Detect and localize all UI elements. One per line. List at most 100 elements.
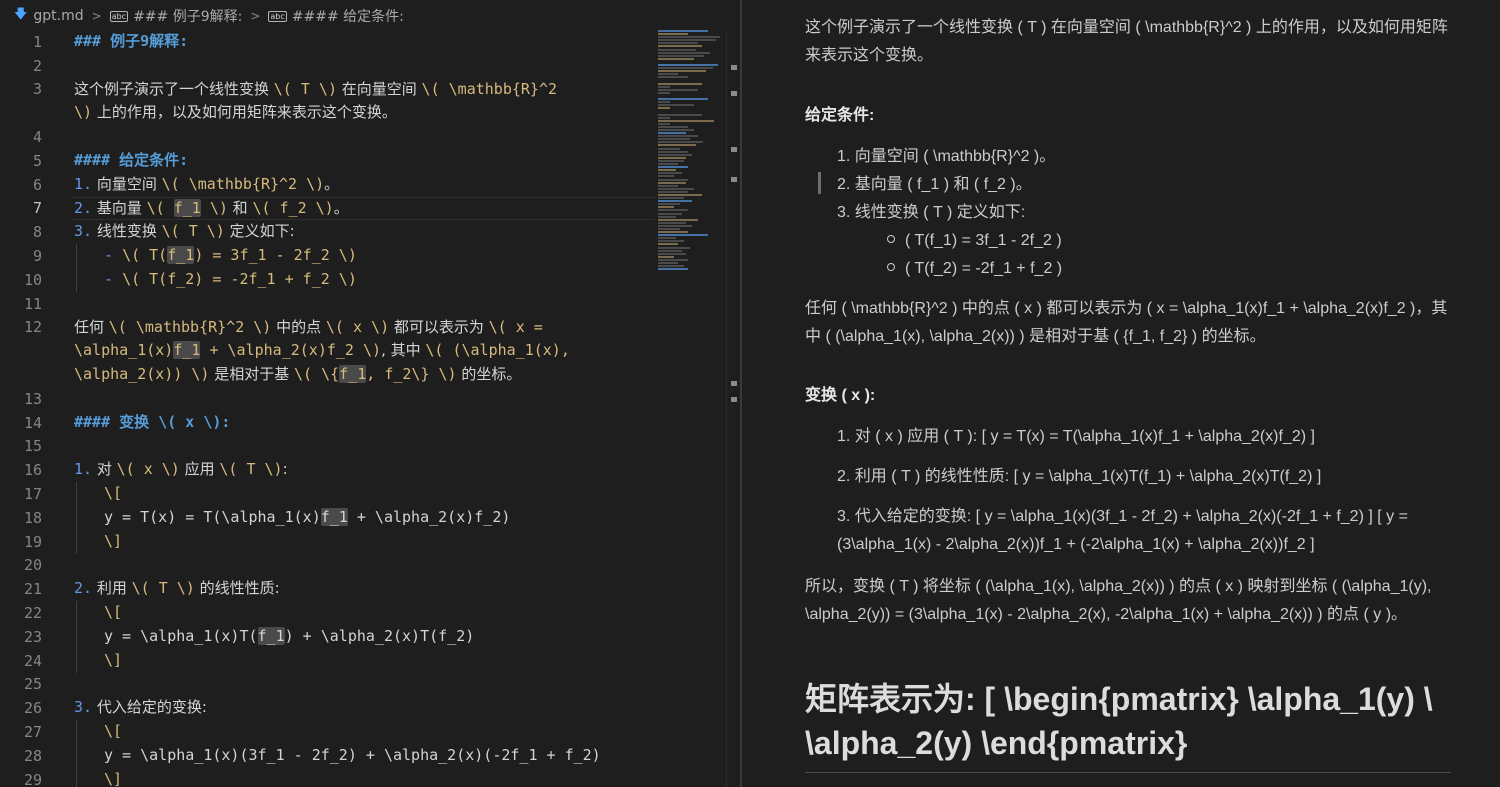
- line-number: 25: [23, 675, 42, 694]
- word-highlight: f_1: [339, 365, 367, 384]
- minimap-line: [658, 190, 688, 193]
- minimap-line: [658, 200, 692, 203]
- code-line[interactable]: 1 ### 例子9解释:: [0, 30, 655, 54]
- preview-sub-item: ( T(f_2) = -2f_1 + f_2 ): [887, 255, 1062, 283]
- minimap[interactable]: [658, 30, 726, 300]
- indent-guide: [76, 720, 77, 787]
- breadcrumb: 🡇 gpt.md > abc ### 例子9解释: > abc #### 给定条…: [0, 0, 740, 32]
- circle-bullet-icon: [887, 235, 895, 243]
- minimap-line: [658, 169, 676, 172]
- code-line[interactable]: 2: [0, 54, 655, 78]
- code-line[interactable]: 19 \]: [0, 530, 655, 554]
- code-line[interactable]: 28 y = \alpha_1(x)(3f_1 - 2f_2) + \alpha…: [0, 744, 655, 768]
- scrollbar-marker: [731, 147, 737, 152]
- code-line[interactable]: 12 任何 \( \mathbb{R}^2 \) 中的点 \( x \) 都可以…: [0, 316, 655, 340]
- preview-list-item: 1. 对 ( x ) 应用 ( T ): [ y = T(x) = T(\alp…: [837, 428, 1315, 445]
- minimap-line: [658, 215, 676, 218]
- code-line[interactable]: 13: [0, 387, 655, 411]
- scrollbar-marker: [731, 397, 737, 402]
- code-line[interactable]: 17 \[: [0, 482, 655, 506]
- minimap-line: [658, 135, 698, 138]
- minimap-line: [658, 203, 680, 206]
- minimap-line: [658, 184, 678, 187]
- code-line[interactable]: 16 1. 对 \( x \) 应用 \( T \):: [0, 458, 655, 482]
- minimap-line: [658, 246, 690, 249]
- heading-text: ### 例子9解释:: [74, 32, 189, 50]
- code-line[interactable]: 15: [0, 435, 655, 459]
- minimap-line: [658, 153, 692, 156]
- code-line[interactable]: 9 - \( T(f_1) = 3f_1 - 2f_2 \): [0, 244, 655, 268]
- breadcrumb-section-1[interactable]: ### 例子9解释:: [133, 6, 242, 26]
- word-highlight: f_1: [167, 246, 195, 265]
- minimap-line: [658, 221, 686, 224]
- minimap-line: [658, 262, 678, 265]
- line-number: 5: [32, 151, 42, 170]
- editor-pane[interactable]: 🡇 gpt.md > abc ### 例子9解释: > abc #### 给定条…: [0, 0, 740, 787]
- code-line[interactable]: 6 1. 向量空间 \( \mathbb{R}^2 \)。: [0, 173, 655, 197]
- code-line[interactable]: 22 \[: [0, 601, 655, 625]
- code-line[interactable]: 21 2. 利用 \( T \) 的线性性质:: [0, 577, 655, 601]
- markdown-preview[interactable]: 这个例子演示了一个线性变换 ( T ) 在向量空间 ( \mathbb{R}^2…: [742, 0, 1500, 787]
- minimap-line: [658, 54, 704, 57]
- code-line[interactable]: 29 \]: [0, 768, 655, 787]
- code-line[interactable]: 26 3. 代入给定的变换:: [0, 696, 655, 720]
- minimap-line: [658, 172, 682, 175]
- minimap-line: [658, 252, 686, 255]
- line-number: 9: [32, 247, 42, 266]
- current-code-line[interactable]: 7 2. 基向量 \( f_1 \) 和 \( f_2 \)。: [0, 196, 655, 221]
- code-area[interactable]: 1 ### 例子9解释: 2 3 这个例子演示了一个线性变换 \( T \) 在…: [0, 30, 655, 787]
- code-line[interactable]: \alpha_1(x)f_1 + \alpha_2(x)f_2 \), 其中 \…: [0, 339, 655, 363]
- code-line[interactable]: 10 - \( T(f_2) = -2f_1 + f_2 \): [0, 268, 655, 292]
- line-number: 22: [23, 604, 42, 623]
- minimap-line: [658, 101, 670, 104]
- minimap-line: [658, 70, 706, 73]
- string-symbol-icon: abc: [268, 10, 287, 22]
- code-line[interactable]: 18 y = T(x) = T(\alpha_1(x)f_1 + \alpha_…: [0, 506, 655, 530]
- code-line[interactable]: \) 上的作用，以及如何用矩阵来表示这个变换。: [0, 101, 655, 125]
- line-number: 27: [23, 723, 42, 741]
- minimap-line: [658, 147, 680, 150]
- minimap-line: [658, 42, 698, 45]
- line-number: 10: [23, 270, 42, 289]
- minimap-line: [658, 82, 702, 85]
- breadcrumb-section-2[interactable]: #### 给定条件:: [292, 6, 404, 26]
- word-highlight: f_1: [173, 198, 201, 217]
- code-line[interactable]: 11: [0, 292, 655, 316]
- minimap-line: [658, 91, 670, 94]
- scrollbar-marker: [731, 177, 737, 182]
- preview-list-item: 3. 代入给定的变换: [ y = \alpha_1(x)(3f_1 - 2f_…: [837, 508, 1408, 553]
- code-line[interactable]: 4: [0, 125, 655, 149]
- code-line[interactable]: 5 #### 给定条件:: [0, 149, 655, 173]
- minimap-line: [658, 116, 670, 119]
- line-number: 1: [32, 32, 42, 51]
- code-line[interactable]: 3 这个例子演示了一个线性变换 \( T \) 在向量空间 \( \mathbb…: [0, 78, 655, 102]
- code-line[interactable]: \alpha_2(x)) \) 是相对于基 \( \{f_1, f_2\} \)…: [0, 363, 655, 387]
- minimap-line: [658, 64, 718, 67]
- line-number: 3: [32, 80, 42, 99]
- line-number: 23: [23, 627, 42, 646]
- minimap-line: [658, 181, 686, 184]
- minimap-line: [658, 268, 688, 271]
- code-line[interactable]: 20: [0, 554, 655, 578]
- line-number: 29: [23, 770, 42, 787]
- minimap-line: [658, 129, 694, 131]
- code-line[interactable]: 27 \[: [0, 720, 655, 744]
- code-line[interactable]: 24 \]: [0, 649, 655, 673]
- minimap-line: [658, 73, 678, 76]
- code-line[interactable]: 8 3. 线性变换 \( T \) 定义如下:: [0, 220, 655, 244]
- minimap-line: [658, 107, 670, 110]
- line-number: 11: [23, 294, 42, 313]
- minimap-line: [658, 178, 688, 181]
- minimap-line: [658, 98, 708, 101]
- code-line[interactable]: 25: [0, 673, 655, 697]
- string-symbol-icon: abc: [109, 10, 129, 22]
- circle-bullet-icon: [887, 263, 895, 271]
- code-line[interactable]: 23 y = \alpha_1(x)T(f_1) + \alpha_2(x)T(…: [0, 625, 655, 649]
- chevron-right-icon: >: [91, 9, 102, 23]
- code-line[interactable]: 14 #### 变换 \( x \):: [0, 411, 655, 435]
- preview-list-item: 2. 基向量 ( f_1 ) 和 ( f_2 )。: [837, 176, 1032, 193]
- heading-underline: [805, 772, 1451, 773]
- vertical-scrollbar[interactable]: [726, 30, 740, 787]
- breadcrumb-file[interactable]: gpt.md: [33, 8, 83, 24]
- preview-list-item: 2. 利用 ( T ) 的线性性质: [ y = \alpha_1(x)T(f_…: [837, 468, 1322, 485]
